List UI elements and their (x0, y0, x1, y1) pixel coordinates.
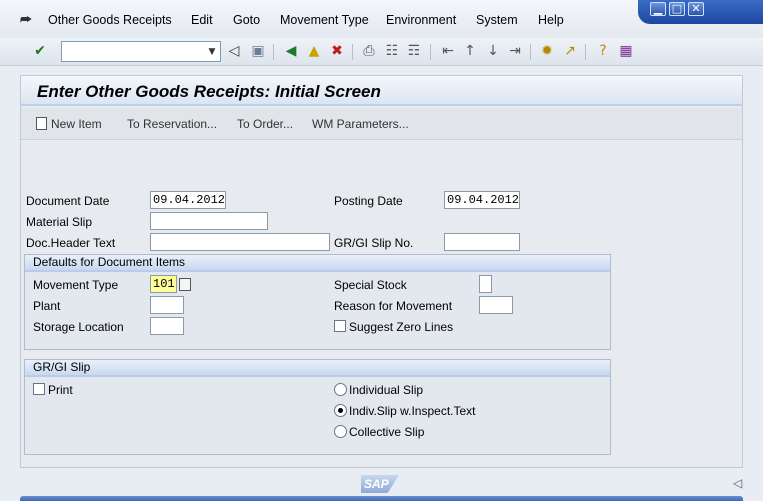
menu-bar: ⮫ Other Goods Receipts Edit Goto Movemen… (0, 0, 763, 38)
special-stock-label: Special Stock (334, 278, 407, 292)
standard-toolbar: ✔ ▼ ◁ ▣ ◀ ▲ ✖ ⎙ ☷ ☶ ⇤ ↑ ↓ ⇥ ✹ ↗ ? ▦ (0, 38, 763, 66)
menu-system[interactable]: System (476, 13, 518, 27)
menu-exit-icon[interactable]: ⮫ (20, 13, 36, 27)
page-title: Enter Other Goods Receipts: Initial Scre… (37, 82, 381, 101)
window-controls: ▁ □ ✕ (638, 0, 763, 24)
menu-environment[interactable]: Environment (386, 13, 456, 27)
layout-icon[interactable]: ▦ (617, 42, 635, 60)
first-page-icon[interactable]: ⇤ (439, 42, 457, 60)
exit-icon[interactable]: ▲ (305, 42, 323, 60)
defaults-group-title: Defaults for Document Items (25, 255, 610, 272)
posting-date-label: Posting Date (334, 194, 403, 208)
next-page-icon[interactable]: ↓ (484, 42, 502, 60)
toolbar-separator (530, 44, 531, 60)
individual-slip-radio[interactable] (334, 383, 347, 396)
back-icon[interactable]: ◀ (282, 42, 300, 60)
command-field[interactable]: ▼ (61, 41, 221, 62)
print-icon[interactable]: ⎙ (360, 42, 378, 60)
gr-gi-slip-group-title: GR/GI Slip (25, 360, 610, 377)
doc-header-text-label: Doc.Header Text (26, 236, 116, 250)
save-icon[interactable]: ▣ (249, 42, 267, 60)
document-date-label: Document Date (26, 194, 110, 208)
storage-location-field[interactable] (150, 317, 184, 335)
indiv-slip-inspect-text-radio[interactable] (334, 404, 347, 417)
toolbar-separator (273, 44, 274, 60)
gr-gi-slip-no-label: GR/GI Slip No. (334, 236, 414, 250)
cancel-icon[interactable]: ✖ (328, 42, 346, 60)
value-help-icon[interactable] (179, 278, 191, 291)
posting-date-field[interactable]: 09.04.2012 (444, 191, 520, 209)
create-session-icon[interactable]: ✹ (538, 42, 556, 60)
status-bar (20, 496, 743, 501)
reason-for-movement-label: Reason for Movement (334, 299, 453, 313)
minimize-icon[interactable]: ▁ (650, 2, 666, 16)
wm-parameters-button[interactable]: WM Parameters... (312, 117, 409, 131)
close-icon[interactable]: ✕ (688, 2, 704, 16)
document-date-field[interactable]: 09.04.2012 (150, 191, 226, 209)
toolbar-separator (430, 44, 431, 60)
enter-icon[interactable]: ✔ (31, 42, 49, 60)
menu-movement-type[interactable]: Movement Type (280, 13, 369, 27)
gr-gi-slip-no-field[interactable] (444, 233, 520, 251)
menu-edit[interactable]: Edit (191, 13, 213, 27)
toolbar-separator (585, 44, 586, 60)
title-bar: Enter Other Goods Receipts: Initial Scre… (21, 76, 742, 106)
sap-logo: SAP (361, 475, 399, 493)
menu-other-goods-receipts[interactable]: Other Goods Receipts (48, 13, 172, 27)
to-reservation-button[interactable]: To Reservation... (127, 117, 217, 131)
help-icon[interactable]: ? (594, 42, 612, 60)
movement-type-field[interactable]: 101 (150, 275, 177, 293)
collective-slip-radio[interactable] (334, 425, 347, 438)
last-page-icon[interactable]: ⇥ (506, 42, 524, 60)
menu-goto[interactable]: Goto (233, 13, 260, 27)
find-icon[interactable]: ☷ (383, 42, 401, 60)
toolbar-separator (352, 44, 353, 60)
document-icon (36, 117, 47, 130)
to-order-button[interactable]: To Order... (237, 117, 293, 131)
maximize-icon[interactable]: □ (669, 2, 685, 16)
doc-header-text-field[interactable] (150, 233, 330, 251)
print-label: Print (48, 383, 73, 397)
plant-label: Plant (33, 299, 61, 313)
print-checkbox[interactable] (33, 383, 45, 395)
material-slip-field[interactable] (150, 212, 268, 230)
reason-for-movement-field[interactable] (479, 296, 513, 314)
defaults-group: Defaults for Document Items (24, 254, 611, 350)
find-next-icon[interactable]: ☶ (405, 42, 423, 60)
gr-gi-slip-group: GR/GI Slip (24, 359, 611, 455)
storage-location-label: Storage Location (33, 320, 124, 334)
shortcut-icon[interactable]: ↗ (561, 42, 579, 60)
individual-slip-label: Individual Slip (349, 383, 424, 397)
plant-field[interactable] (150, 296, 184, 314)
suggest-zero-lines-checkbox[interactable] (334, 320, 346, 332)
chevron-down-icon[interactable]: ▼ (206, 45, 218, 59)
movement-type-label: Movement Type (33, 278, 119, 292)
indiv-slip-inspect-text-label: Indiv.Slip w.Inspect.Text (349, 404, 476, 418)
previous-page-icon[interactable]: ↑ (461, 42, 479, 60)
special-stock-field[interactable] (479, 275, 492, 293)
collective-slip-label: Collective Slip (349, 425, 425, 439)
suggest-zero-lines-label: Suggest Zero Lines (349, 320, 454, 334)
collapse-icon[interactable]: ◁ (225, 42, 243, 60)
status-expand-icon[interactable]: ◁ (733, 476, 742, 490)
new-item-label: New Item (51, 117, 102, 131)
application-toolbar: New Item To Reservation... To Order... W… (21, 108, 742, 140)
new-item-button[interactable]: New Item (36, 117, 102, 131)
material-slip-label: Material Slip (26, 215, 93, 229)
menu-help[interactable]: Help (538, 13, 564, 27)
